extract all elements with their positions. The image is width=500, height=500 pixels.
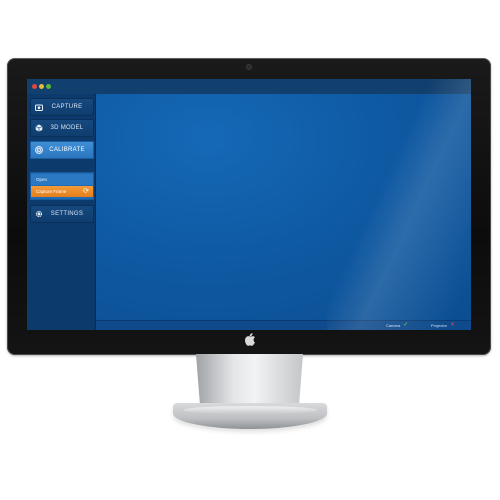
- check-icon: ✓: [403, 322, 409, 328]
- capture-frame-button[interactable]: Capture Frame ⟳: [31, 186, 93, 197]
- minimize-window-button[interactable]: [39, 84, 44, 89]
- preview-canvas[interactable]: [96, 94, 471, 320]
- close-window-button[interactable]: [32, 84, 37, 89]
- sidebar-item-label: CAPTURE: [51, 104, 83, 110]
- submenu-item-label: Open: [36, 177, 48, 182]
- status-bar: Camera ✓ Projector ✕: [96, 320, 471, 330]
- cube-icon: [31, 124, 47, 132]
- sidebar-item-label: 3D MODEL: [50, 125, 84, 131]
- sidebar-item-settings[interactable]: SETTINGS: [30, 205, 94, 223]
- sidebar-item-capture[interactable]: CAPTURE: [30, 98, 94, 116]
- monitor-stand-foot: [173, 403, 327, 429]
- camera-icon: [31, 104, 47, 111]
- gear-icon: [31, 210, 47, 218]
- maximize-window-button[interactable]: [46, 84, 51, 89]
- calibrate-submenu: Open Capture Frame ⟳: [30, 172, 94, 200]
- app-window: CAPTURE 3D MODEL CALIBRATE Open Capture …: [27, 79, 471, 330]
- sidebar-item-label: SETTINGS: [50, 211, 84, 217]
- webcam-icon: [246, 64, 252, 70]
- refresh-icon: ⟳: [83, 188, 89, 195]
- submenu-item-open[interactable]: Open: [31, 174, 93, 185]
- window-titlebar: [27, 79, 471, 95]
- sidebar-item-3d-model[interactable]: 3D MODEL: [30, 119, 94, 137]
- projector-status: Projector ✕: [431, 322, 456, 328]
- apple-logo-icon: [242, 333, 258, 349]
- camera-status: Camera ✓: [386, 322, 409, 328]
- projector-status-label: Projector: [431, 323, 448, 328]
- sidebar-item-calibrate[interactable]: CALIBRATE: [30, 141, 94, 159]
- sidebar-item-label: CALIBRATE: [49, 147, 85, 153]
- sidebar: CAPTURE 3D MODEL CALIBRATE Open Capture …: [27, 94, 96, 330]
- target-icon: [31, 146, 47, 154]
- monitor-stand-neck: [196, 354, 303, 409]
- submenu-item-label: Capture Frame: [36, 189, 67, 194]
- cross-icon: ✕: [450, 322, 456, 328]
- camera-status-label: Camera: [386, 323, 401, 328]
